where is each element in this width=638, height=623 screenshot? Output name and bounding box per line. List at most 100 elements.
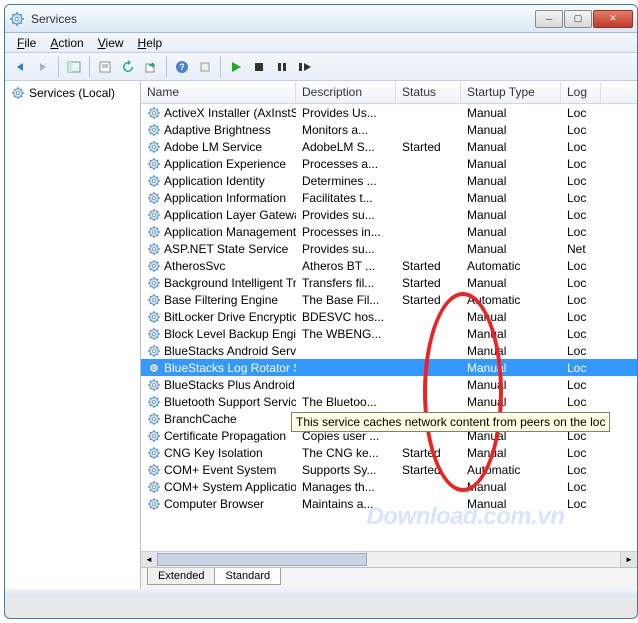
service-row[interactable]: BlueStacks Android ServiceManualLoc: [141, 342, 637, 359]
service-startup-type: Automatic: [461, 463, 561, 477]
service-row[interactable]: Bluetooth Support ServiceThe Bluetoo...M…: [141, 393, 637, 410]
service-row[interactable]: ASP.NET State ServiceProvides su...Manua…: [141, 240, 637, 257]
menu-help[interactable]: Help: [132, 35, 169, 51]
menu-view[interactable]: View: [92, 35, 130, 51]
service-startup-type: Manual: [461, 140, 561, 154]
service-name: COM+ System Application: [164, 480, 296, 494]
service-logon: Loc: [561, 123, 601, 137]
service-row[interactable]: ActiveX Installer (AxInstSV)Provides Us.…: [141, 104, 637, 121]
col-header-status[interactable]: Status: [396, 82, 461, 103]
service-row[interactable]: Adaptive BrightnessMonitors a...ManualLo…: [141, 121, 637, 138]
service-logon: Loc: [561, 361, 601, 375]
service-row[interactable]: Block Level Backup Engine Ser...The WBEN…: [141, 325, 637, 342]
service-startup-type: Manual: [461, 310, 561, 324]
service-row[interactable]: Base Filtering EngineThe Base Fil...Star…: [141, 291, 637, 308]
service-logon: Loc: [561, 225, 601, 239]
service-description: Transfers fil...: [296, 276, 396, 290]
service-description: Monitors a...: [296, 123, 396, 137]
menu-file[interactable]: File: [11, 35, 42, 51]
service-name: Adobe LM Service: [164, 140, 262, 154]
col-header-startup-type[interactable]: Startup Type: [461, 82, 561, 103]
start-service-button[interactable]: [225, 56, 247, 78]
service-row[interactable]: Application ExperienceProcesses a...Manu…: [141, 155, 637, 172]
service-row[interactable]: Adobe LM ServiceAdobeLM S...StartedManua…: [141, 138, 637, 155]
service-row[interactable]: Application Layer Gateway Ser...Provides…: [141, 206, 637, 223]
service-name: Certificate Propagation: [164, 429, 286, 443]
service-startup-type: Manual: [461, 344, 561, 358]
service-startup-type: Manual: [461, 106, 561, 120]
gear-icon: [147, 276, 161, 290]
gear-icon: [147, 208, 161, 222]
service-startup-type: Manual: [461, 395, 561, 409]
gear-icon: [147, 344, 161, 358]
service-row[interactable]: BlueStacks Plus Android Servi...ManualLo…: [141, 376, 637, 393]
gear-icon: [147, 463, 161, 477]
gear-icon: [147, 310, 161, 324]
minimize-button[interactable]: ─: [535, 10, 563, 28]
service-startup-type: Manual: [461, 242, 561, 256]
refresh-button[interactable]: [117, 56, 139, 78]
service-row[interactable]: BitLocker Drive Encryption Ser...BDESVC …: [141, 308, 637, 325]
gear-icon: [147, 378, 161, 392]
tab-extended[interactable]: Extended: [147, 568, 215, 585]
service-name: BlueStacks Log Rotator Service: [164, 361, 296, 375]
menu-action[interactable]: Action: [44, 35, 89, 51]
horizontal-scrollbar[interactable]: [141, 551, 637, 567]
gear-icon: [147, 497, 161, 511]
scrollbar-thumb[interactable]: [157, 553, 367, 566]
service-logon: Loc: [561, 327, 601, 341]
service-startup-type: Manual: [461, 225, 561, 239]
service-logon: Loc: [561, 293, 601, 307]
service-logon: Loc: [561, 446, 601, 460]
close-button[interactable]: ✕: [593, 10, 633, 28]
back-button[interactable]: [9, 56, 31, 78]
pause-service-button[interactable]: [271, 56, 293, 78]
service-name: BlueStacks Plus Android Servi...: [164, 378, 296, 392]
tree-pane[interactable]: Services (Local): [5, 82, 141, 589]
service-row[interactable]: BlueStacks Log Rotator Service ManualLoc: [141, 359, 637, 376]
service-row[interactable]: Application IdentityDetermines ...Manual…: [141, 172, 637, 189]
service-row[interactable]: COM+ System ApplicationManages th...Manu…: [141, 478, 637, 495]
export-button[interactable]: [140, 56, 162, 78]
service-row[interactable]: Computer BrowserMaintains a...ManualLoc: [141, 495, 637, 512]
service-description: The Bluetoo...: [296, 395, 396, 409]
service-row[interactable]: Background Intelligent Transf...Transfer…: [141, 274, 637, 291]
service-row[interactable]: AtherosSvcAtheros BT ...StartedAutomatic…: [141, 257, 637, 274]
service-status: Started: [396, 140, 461, 154]
service-status: Started: [396, 276, 461, 290]
maximize-button[interactable]: ▢: [564, 10, 592, 28]
service-description: The Base Fil...: [296, 293, 396, 307]
gear-icon: [147, 395, 161, 409]
tree-root-services-local[interactable]: Services (Local): [7, 84, 138, 102]
gear-icon: [147, 480, 161, 494]
service-status: Started: [396, 259, 461, 273]
forward-button[interactable]: [32, 56, 54, 78]
client-area: Services (Local) Name Description Status…: [5, 81, 637, 589]
service-row[interactable]: COM+ Event SystemSupports Sy...StartedAu…: [141, 461, 637, 478]
gear-icon: [147, 361, 161, 375]
col-header-logon[interactable]: Log: [561, 82, 601, 103]
titlebar[interactable]: Services ─ ▢ ✕: [5, 5, 637, 33]
col-header-name[interactable]: Name: [141, 82, 296, 103]
tab-standard[interactable]: Standard: [214, 568, 281, 585]
menubar: File Action View Help: [5, 33, 637, 53]
service-startup-type: Manual: [461, 174, 561, 188]
service-row[interactable]: Application ManagementProcesses in...Man…: [141, 223, 637, 240]
toolbar-extra-button[interactable]: [194, 56, 216, 78]
gear-icon: [147, 191, 161, 205]
svg-text:?: ?: [179, 62, 185, 72]
service-row[interactable]: CNG Key IsolationThe CNG ke...StartedMan…: [141, 444, 637, 461]
service-row[interactable]: Application InformationFacilitates t...M…: [141, 189, 637, 206]
help-button[interactable]: ?: [171, 56, 193, 78]
properties-button[interactable]: [94, 56, 116, 78]
gear-icon: [147, 446, 161, 460]
service-startup-type: Manual: [461, 446, 561, 460]
service-startup-type: Manual: [461, 361, 561, 375]
stop-service-button[interactable]: [248, 56, 270, 78]
gear-icon: [147, 157, 161, 171]
service-startup-type: Manual: [461, 327, 561, 341]
show-hide-tree-button[interactable]: [63, 56, 85, 78]
service-list[interactable]: ActiveX Installer (AxInstSV)Provides Us.…: [141, 104, 637, 567]
col-header-description[interactable]: Description: [296, 82, 396, 103]
restart-service-button[interactable]: [294, 56, 316, 78]
